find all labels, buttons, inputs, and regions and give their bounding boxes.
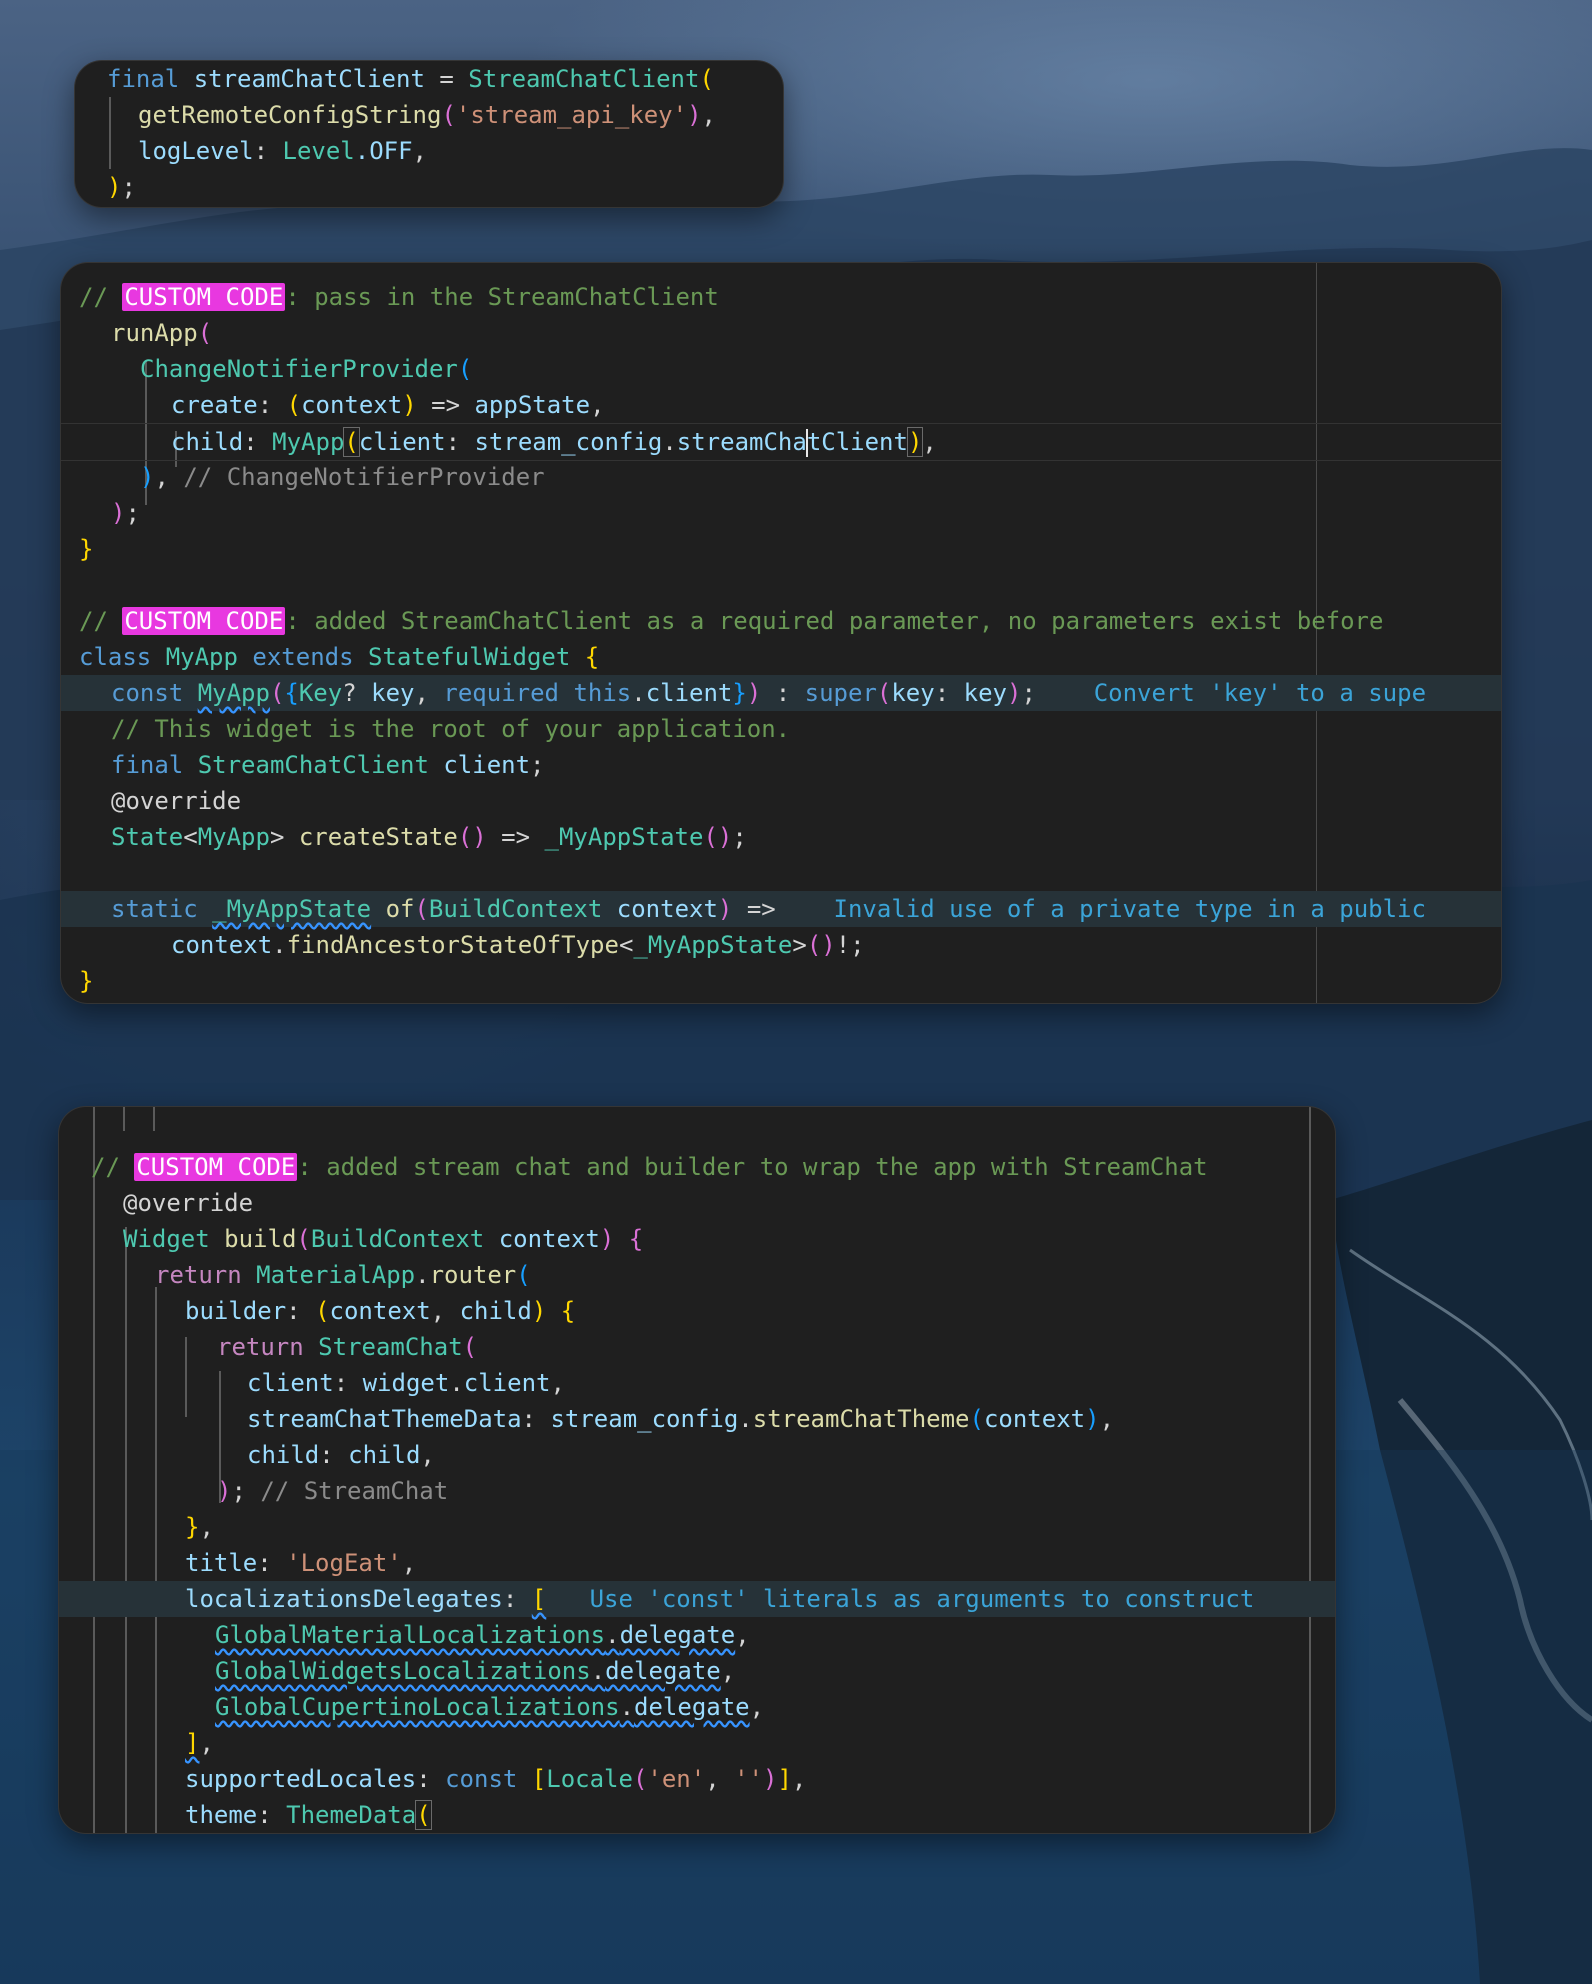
indent-guide xyxy=(153,1107,155,1131)
code-line: return MaterialApp.router( xyxy=(155,1261,531,1289)
comment-line: // CUSTOM CODE: pass in the StreamChatCl… xyxy=(79,283,719,311)
code-line: ), // ChangeNotifierProvider xyxy=(140,463,545,491)
diagnostic-hint[interactable]: Convert 'key' to a supe xyxy=(1094,679,1426,707)
code-snippet-1: final streamChatClient = StreamChatClien… xyxy=(74,60,784,208)
comment-line: // CUSTOM CODE: added stream chat and bu… xyxy=(91,1153,1208,1181)
code-line: GlobalWidgetsLocalizations.delegate, xyxy=(215,1657,736,1685)
comment-line: // CUSTOM CODE: added StreamChatClient a… xyxy=(79,607,1384,635)
code-line: return StreamChat( xyxy=(217,1333,478,1361)
code-line: } xyxy=(79,535,94,563)
code-line: getRemoteConfigString('stream_api_key'), xyxy=(138,101,716,129)
code-line: ChangeNotifierProvider( xyxy=(140,355,473,383)
code-line: client: widget.client, xyxy=(247,1369,565,1397)
code-line: child: child, xyxy=(247,1441,435,1469)
code-line: ], xyxy=(185,1729,214,1757)
code-line: GlobalCupertinoLocalizations.delegate, xyxy=(215,1693,765,1721)
code-line: GlobalMaterialLocalizations.delegate, xyxy=(215,1621,750,1649)
code-line: @override xyxy=(123,1189,254,1217)
code-line: runApp( xyxy=(111,319,213,347)
code-line: builder: (context, child) { xyxy=(185,1297,576,1325)
indent-guide xyxy=(123,1107,125,1131)
code-line: final streamChatClient = StreamChatClien… xyxy=(107,65,714,93)
code-snippet-2: // CUSTOM CODE: pass in the StreamChatCl… xyxy=(60,262,1502,1004)
code-line: theme: ThemeData( xyxy=(185,1800,432,1830)
code-line: class MyApp extends StatefulWidget { xyxy=(79,643,600,671)
code-line-with-hint: const MyApp({Key? key, required this.cli… xyxy=(61,675,1501,711)
code-line: context.findAncestorStateOfType<_MyAppSt… xyxy=(171,931,865,959)
code-line: ); // StreamChat xyxy=(217,1477,449,1505)
code-line-with-hint: localizationsDelegates: [ Use 'const' li… xyxy=(59,1581,1335,1617)
code-line: create: (context) => appState, xyxy=(171,391,605,419)
code-line: title: 'LogEat', xyxy=(185,1549,417,1577)
code-line: } xyxy=(79,967,94,995)
code-line: }, xyxy=(185,1513,214,1541)
code-line: streamChatThemeData: stream_config.strea… xyxy=(247,1405,1115,1433)
diagnostic-hint[interactable]: Invalid use of a private type in a publi… xyxy=(834,895,1426,923)
code-line: State<MyApp> createState() => _MyAppStat… xyxy=(111,823,747,851)
code-line: Widget build(BuildContext context) { xyxy=(123,1225,644,1253)
code-line: logLevel: Level.OFF, xyxy=(138,137,427,165)
code-line: @override xyxy=(111,787,242,815)
comment-line: // This widget is the root of your appli… xyxy=(111,715,791,743)
custom-code-tag: CUSTOM CODE xyxy=(122,607,286,635)
code-line-with-hint: static _MyAppState of(BuildContext conte… xyxy=(61,891,1501,927)
custom-code-tag: CUSTOM CODE xyxy=(134,1153,298,1181)
code-line: final StreamChatClient client; xyxy=(111,751,545,779)
custom-code-tag: CUSTOM CODE xyxy=(122,283,286,311)
code-line: ); xyxy=(107,173,136,201)
diagnostic-hint[interactable]: Use 'const' literals as arguments to con… xyxy=(590,1585,1255,1613)
code-line-current[interactable]: child: MyApp(client: stream_config.strea… xyxy=(61,423,1501,461)
code-line: supportedLocales: const [Locale('en', ''… xyxy=(185,1765,807,1793)
code-line: ); xyxy=(111,499,140,527)
code-snippet-3: // CUSTOM CODE: added stream chat and bu… xyxy=(58,1106,1336,1834)
